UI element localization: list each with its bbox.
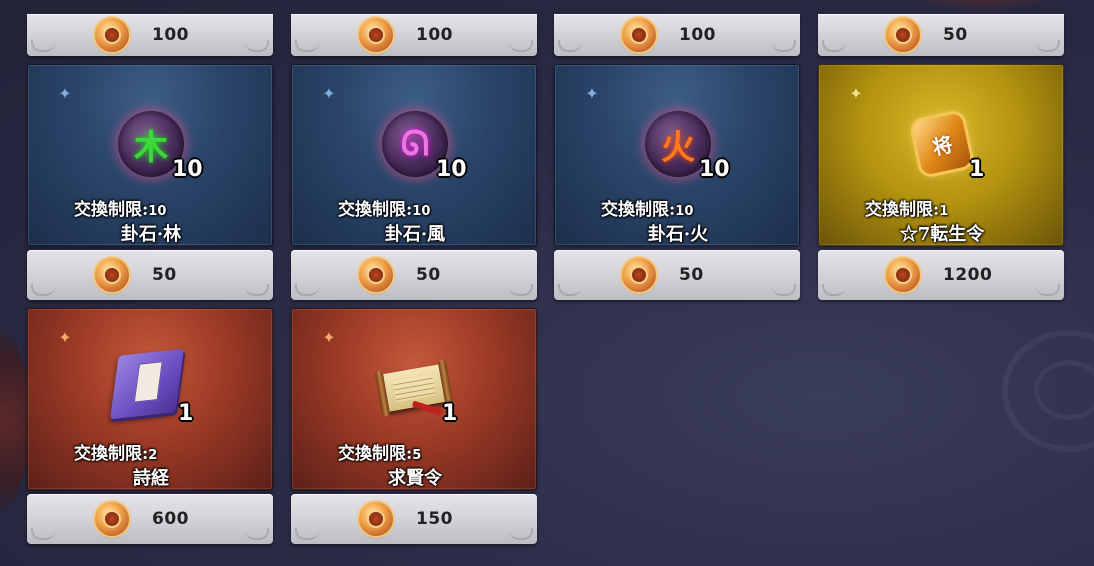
price-value: 100 <box>416 25 453 45</box>
price-button[interactable]: 50 <box>27 250 273 300</box>
sparkle-icon: ✦ <box>322 328 336 347</box>
copper-coin-icon <box>886 258 920 292</box>
copper-coin-icon <box>622 258 656 292</box>
price-button[interactable]: 600 <box>27 494 273 544</box>
sparkle-icon: ✦ <box>849 84 863 103</box>
copper-coin-icon <box>95 258 129 292</box>
item-quantity: 1 <box>178 401 194 426</box>
price-button[interactable]: 50 <box>554 250 800 300</box>
exchange-limit: 交換制限:5 <box>338 444 422 464</box>
shop-item-card[interactable]: ✦ 1 交換制限:2 詩経 <box>27 308 273 490</box>
copper-coin-icon <box>95 18 129 52</box>
price-button[interactable]: 100 <box>291 14 537 56</box>
exchange-limit: 交換制限:10 <box>601 200 694 220</box>
price-value: 50 <box>679 265 704 285</box>
item-name: 詩経 <box>133 468 169 489</box>
item-quantity: 10 <box>172 157 203 182</box>
shop-item-card[interactable]: ✦ 火 10 交換制限:10 卦石·火 <box>554 64 800 246</box>
background-decoration <box>0 330 30 510</box>
price-value: 100 <box>152 25 189 45</box>
item-name: 卦石·風 <box>384 224 446 245</box>
sparkle-icon: ✦ <box>322 84 336 103</box>
copper-coin-icon <box>886 18 920 52</box>
item-name: ☆7転生令 <box>899 224 985 245</box>
item-name: 求賢令 <box>388 468 442 489</box>
price-button[interactable]: 100 <box>27 14 273 56</box>
price-value: 150 <box>416 509 453 529</box>
price-value: 50 <box>152 265 177 285</box>
item-name: 卦石·林 <box>120 224 182 245</box>
price-value: 600 <box>152 509 189 529</box>
copper-coin-icon <box>95 502 129 536</box>
shop-item-card[interactable]: ✦ 将 1 交換制限:1 ☆7転生令 <box>818 64 1064 246</box>
gold-general-badge-icon: 将 <box>907 109 977 179</box>
price-value: 50 <box>943 25 968 45</box>
purple-book-icon <box>110 348 184 420</box>
background-decoration <box>914 0 1054 10</box>
item-quantity: 10 <box>436 157 467 182</box>
exchange-limit: 交換制限:1 <box>865 200 949 220</box>
price-button[interactable]: 50 <box>818 14 1064 56</box>
sparkle-icon: ✦ <box>58 84 72 103</box>
exchange-limit: 交換制限:2 <box>74 444 158 464</box>
item-quantity: 1 <box>442 401 458 426</box>
copper-coin-icon <box>622 18 656 52</box>
shop-item-card[interactable]: ✦ 1 交換制限:5 求賢令 <box>291 308 537 490</box>
item-quantity: 10 <box>699 157 730 182</box>
item-quantity: 1 <box>969 157 985 182</box>
price-button[interactable]: 150 <box>291 494 537 544</box>
exchange-limit: 交換制限:10 <box>74 200 167 220</box>
sparkle-icon: ✦ <box>585 84 599 103</box>
copper-coin-icon <box>359 18 393 52</box>
price-button[interactable]: 1200 <box>818 250 1064 300</box>
sparkle-icon: ✦ <box>58 328 72 347</box>
exchange-limit: 交換制限:10 <box>338 200 431 220</box>
item-name: 卦石·火 <box>647 224 709 245</box>
price-button[interactable]: 100 <box>554 14 800 56</box>
copper-coin-icon <box>359 502 393 536</box>
price-value: 100 <box>679 25 716 45</box>
copper-coin-icon <box>359 258 393 292</box>
price-value: 50 <box>416 265 441 285</box>
price-value: 1200 <box>943 265 993 285</box>
shop-item-card[interactable]: ✦ 木 10 交換制限:10 卦石·林 <box>27 64 273 246</box>
shop-item-card[interactable]: ✦ ᘏ 10 交換制限:10 卦石·風 <box>291 64 537 246</box>
price-button[interactable]: 50 <box>291 250 537 300</box>
